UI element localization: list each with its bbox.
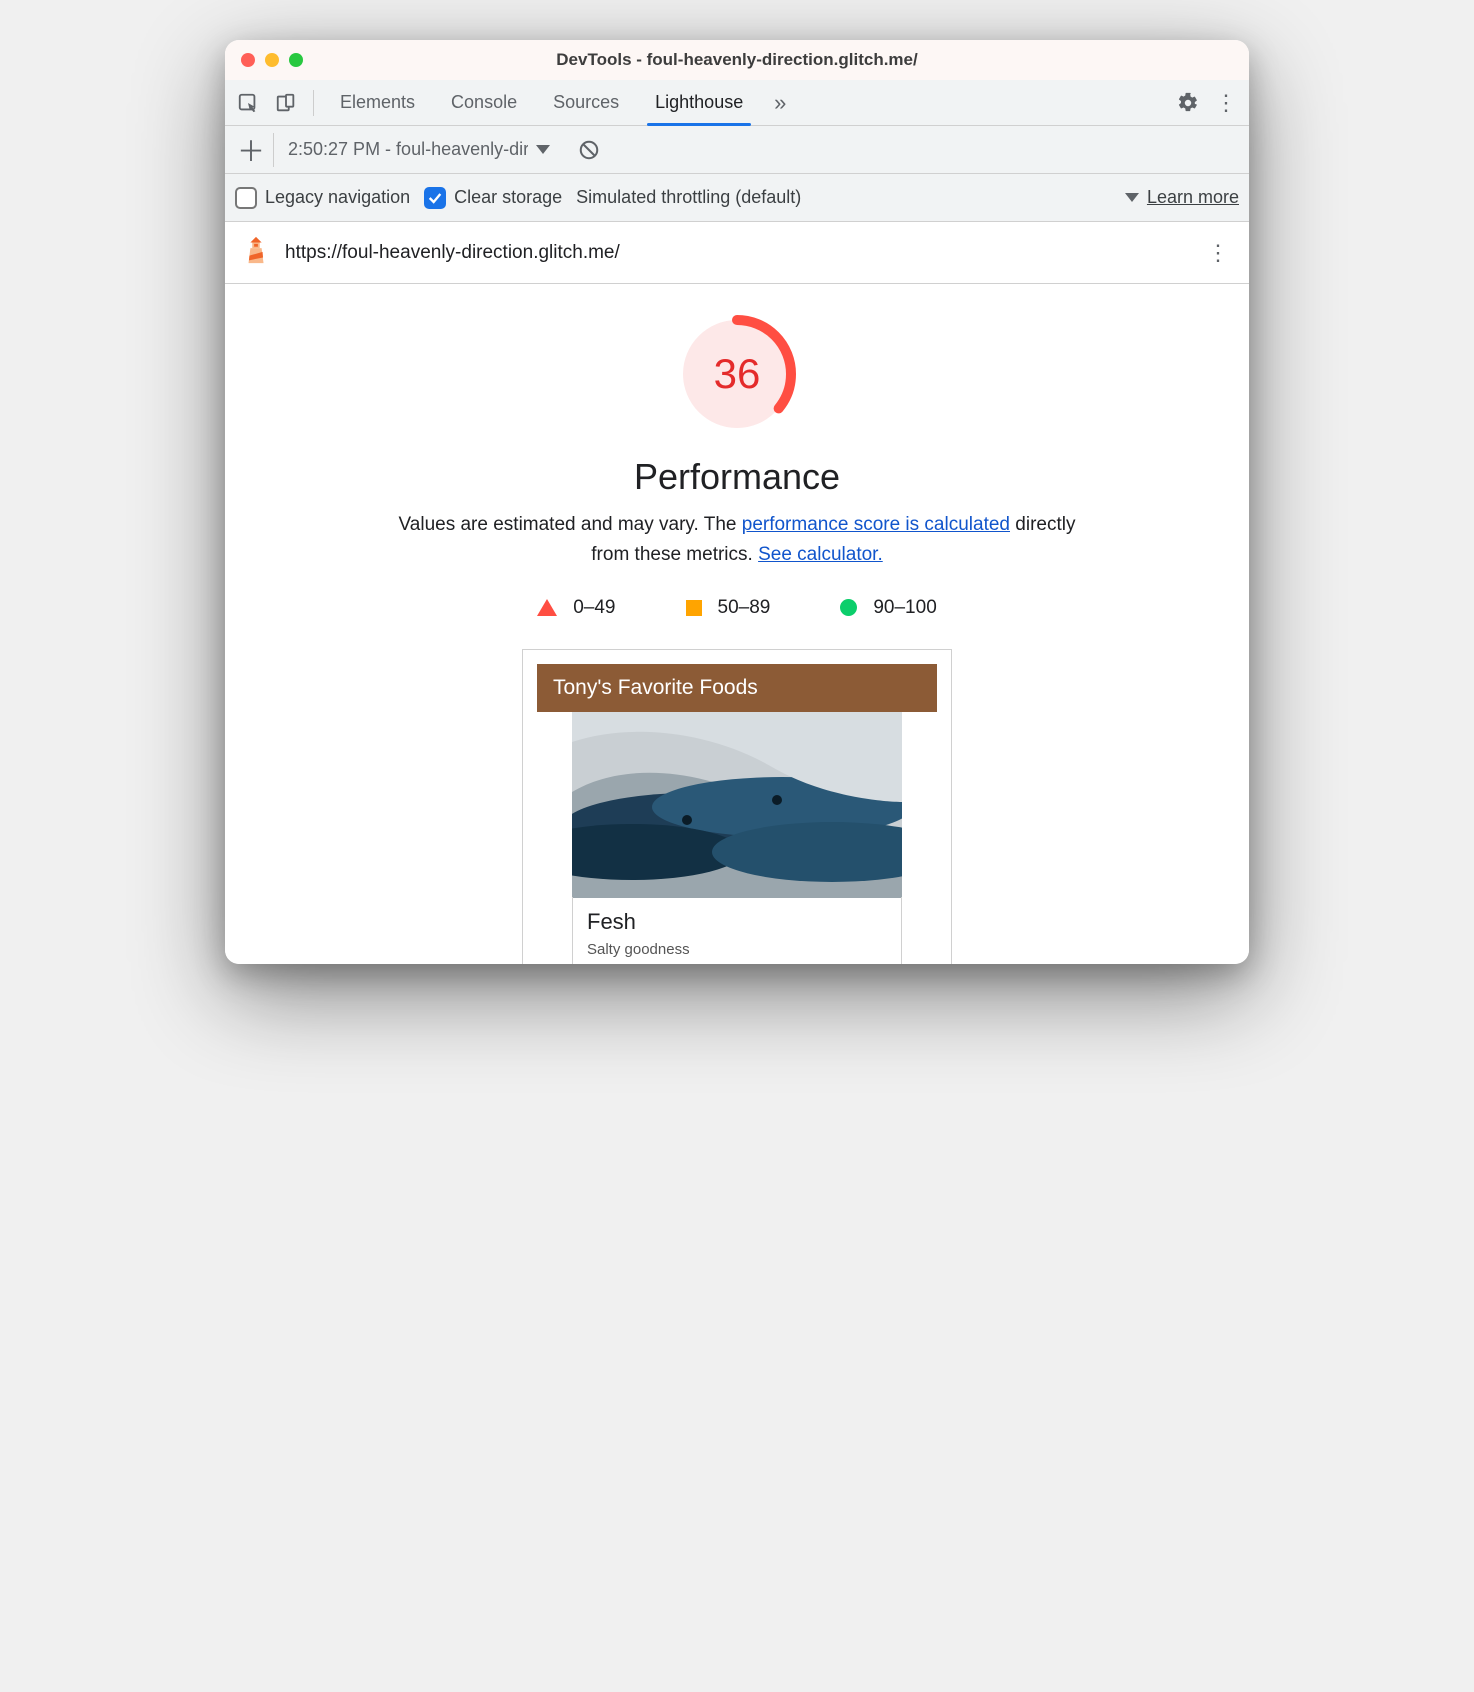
devtools-window: DevTools - foul-heavenly-direction.glitc… <box>225 40 1249 964</box>
checkbox-unchecked-icon <box>235 187 257 209</box>
tab-sources[interactable]: Sources <box>535 80 637 125</box>
tab-elements[interactable]: Elements <box>322 80 433 125</box>
settings-icon[interactable] <box>1169 84 1207 122</box>
performance-score-gauge: 36 <box>677 314 797 434</box>
preview-header: Tony's Favorite Foods <box>537 664 937 712</box>
lighthouse-options-bar: Legacy navigation Clear storage Simulate… <box>225 174 1249 222</box>
new-report-icon[interactable]: ＋ <box>229 131 273 169</box>
separator <box>313 90 314 116</box>
maximize-window-button[interactable] <box>289 53 303 67</box>
more-tabs-icon[interactable]: » <box>761 84 799 122</box>
chevron-down-icon <box>536 145 550 154</box>
chevron-down-icon[interactable] <box>1125 193 1139 202</box>
report-url-bar: https://foul-heavenly-direction.glitch.m… <box>225 222 1249 284</box>
report-selector[interactable]: 2:50:27 PM - foul-heavenly-dir <box>273 133 560 167</box>
report-url: https://foul-heavenly-direction.glitch.m… <box>285 242 1189 264</box>
preview-item-subtitle: Salty goodness <box>587 941 887 958</box>
lighthouse-report: 36 Performance Values are estimated and … <box>225 284 1249 964</box>
checkbox-checked-icon <box>424 187 446 209</box>
window-titlebar: DevTools - foul-heavenly-direction.glitc… <box>225 40 1249 80</box>
triangle-red-icon <box>537 599 557 616</box>
throttling-label: Simulated throttling (default) <box>576 187 801 208</box>
legend-low: 0–49 <box>537 597 615 619</box>
tab-label: Elements <box>340 92 415 113</box>
device-toolbar-icon[interactable] <box>267 84 305 122</box>
performance-heading: Performance <box>634 456 840 498</box>
square-orange-icon <box>686 600 702 616</box>
legend-label: 90–100 <box>873 597 936 619</box>
option-label: Legacy navigation <box>265 187 410 208</box>
preview-item: Fesh Salty goodness <box>572 897 902 964</box>
page-preview-card: Tony's Favorite Foods Fesh Salty goodnes… <box>522 649 952 964</box>
performance-note: Values are estimated and may vary. The p… <box>377 510 1097 571</box>
circle-green-icon <box>840 599 857 616</box>
tab-label: Console <box>451 92 517 113</box>
tab-console[interactable]: Console <box>433 80 535 125</box>
inspect-element-icon[interactable] <box>229 84 267 122</box>
option-label: Clear storage <box>454 187 562 208</box>
window-title: DevTools - foul-heavenly-direction.glitc… <box>225 50 1249 70</box>
tab-lighthouse[interactable]: Lighthouse <box>637 80 761 125</box>
lighthouse-logo-icon <box>241 235 271 271</box>
learn-more-link[interactable]: Learn more <box>1147 187 1239 208</box>
score-calculated-link[interactable]: performance score is calculated <box>742 514 1010 535</box>
legend-mid: 50–89 <box>686 597 771 619</box>
clear-report-icon[interactable] <box>570 131 608 169</box>
devtools-tabbar: Elements Console Sources Lighthouse » ⋮ <box>225 80 1249 126</box>
traffic-lights <box>225 53 303 67</box>
legend-high: 90–100 <box>840 597 936 619</box>
see-calculator-link[interactable]: See calculator. <box>758 544 883 565</box>
preview-image <box>572 712 902 898</box>
legend-label: 50–89 <box>718 597 771 619</box>
report-menu-icon[interactable]: ⋮ <box>1203 249 1233 257</box>
note-text: Values are estimated and may vary. The <box>399 514 742 535</box>
performance-score-value: 36 <box>677 314 797 434</box>
report-selector-label: 2:50:27 PM - foul-heavenly-dir <box>288 139 528 160</box>
close-window-button[interactable] <box>241 53 255 67</box>
more-menu-icon[interactable]: ⋮ <box>1207 84 1245 122</box>
legend-label: 0–49 <box>573 597 615 619</box>
tab-label: Lighthouse <box>655 92 743 113</box>
score-legend: 0–49 50–89 90–100 <box>537 597 937 619</box>
lighthouse-subbar: ＋ 2:50:27 PM - foul-heavenly-dir <box>225 126 1249 174</box>
tab-label: Sources <box>553 92 619 113</box>
clear-storage-option[interactable]: Clear storage <box>424 187 562 209</box>
legacy-navigation-option[interactable]: Legacy navigation <box>235 187 410 209</box>
minimize-window-button[interactable] <box>265 53 279 67</box>
preview-item-title: Fesh <box>587 909 887 935</box>
